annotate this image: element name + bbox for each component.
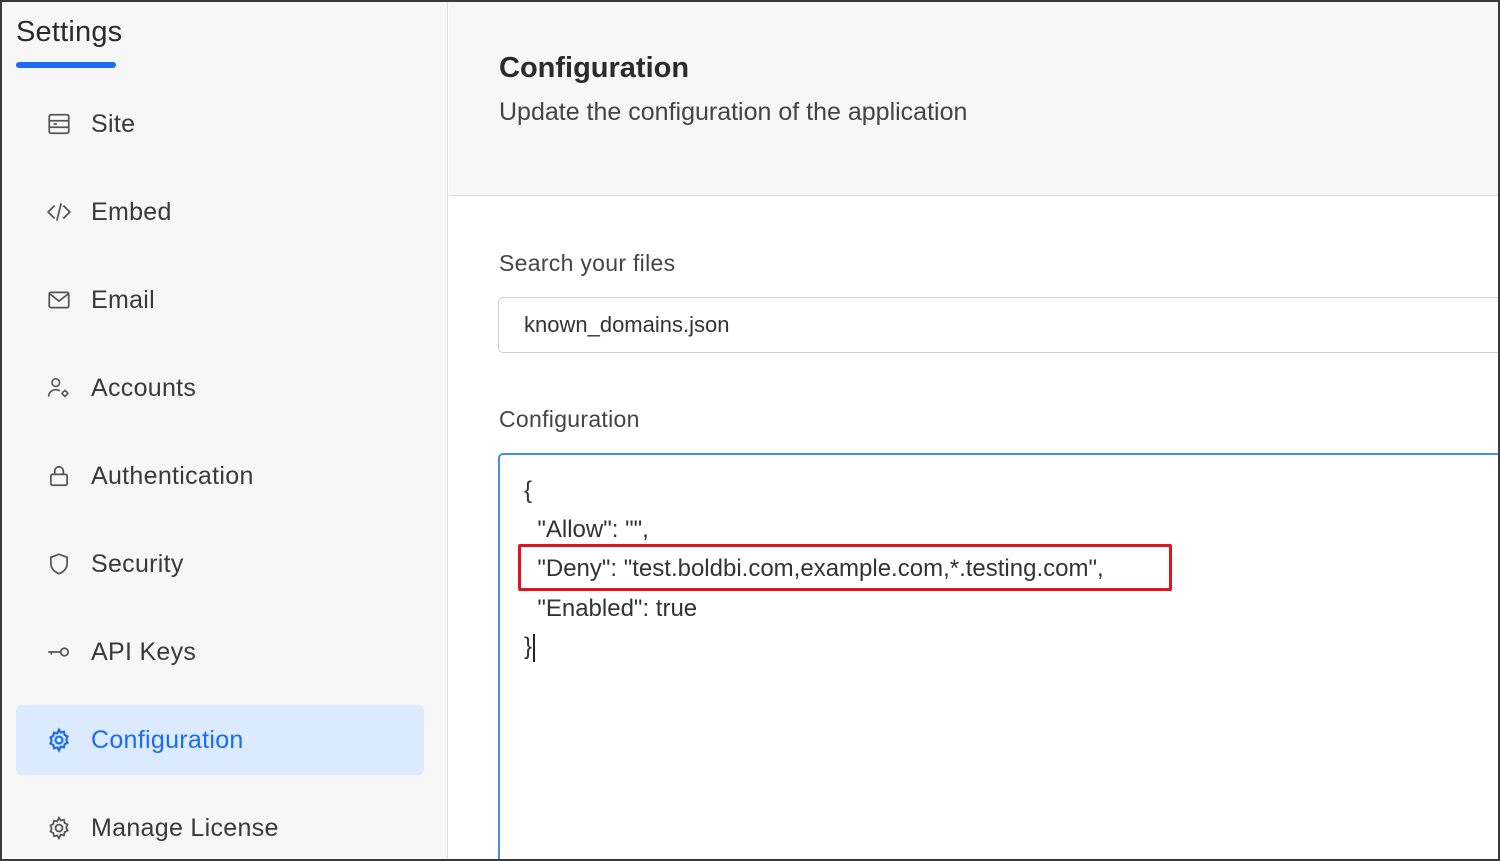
shield-icon xyxy=(44,549,74,579)
close-brace-text: } xyxy=(524,633,533,660)
configuration-label: Configuration xyxy=(499,406,640,432)
page-subtitle: Update the configuration of the applicat… xyxy=(499,98,968,126)
mail-icon xyxy=(44,285,74,315)
sidebar-item-label: API Keys xyxy=(91,637,197,666)
text-cursor xyxy=(533,633,536,662)
code-line-deny: "Deny": "test.boldbi.com,example.com,*.t… xyxy=(524,555,1104,582)
page-header: Configuration Update the configuration o… xyxy=(449,2,1498,196)
code-line-close-brace: } xyxy=(524,633,536,662)
sidebar-item-site[interactable]: Site xyxy=(16,89,424,159)
gear-icon xyxy=(44,725,74,755)
sidebar-title: Settings xyxy=(16,16,123,48)
app-window: Settings Site Embed Email Accounts Authe… xyxy=(0,0,1500,861)
sidebar-item-manage-license[interactable]: Manage License xyxy=(16,793,424,859)
sidebar-item-accounts[interactable]: Accounts xyxy=(16,353,424,423)
sidebar-item-security[interactable]: Security xyxy=(16,529,424,599)
search-files-label: Search your files xyxy=(499,250,676,276)
sidebar-item-label: Configuration xyxy=(91,725,244,754)
sidebar-item-authentication[interactable]: Authentication xyxy=(16,441,424,511)
page-title: Configuration xyxy=(499,52,690,84)
code-line-open-brace: { xyxy=(524,477,533,504)
sidebar-item-label: Email xyxy=(91,285,156,314)
code-line-enabled: "Enabled": true xyxy=(524,595,698,622)
code-icon xyxy=(44,197,74,227)
settings-sidebar: Settings Site Embed Email Accounts Authe… xyxy=(2,2,448,859)
search-files-input[interactable] xyxy=(498,297,1498,353)
lock-icon xyxy=(44,461,74,491)
accounts-icon xyxy=(44,373,74,403)
sidebar-item-label: Accounts xyxy=(91,373,197,402)
license-gear-icon xyxy=(44,813,74,843)
code-line-allow: "Allow": "", xyxy=(524,516,649,543)
sidebar-item-label: Embed xyxy=(91,197,172,226)
sidebar-item-api-keys[interactable]: API Keys xyxy=(16,617,424,687)
configuration-editor[interactable]: { "Allow": "", "Deny": "test.boldbi.com,… xyxy=(498,453,1498,859)
sidebar-item-label: Manage License xyxy=(91,813,279,842)
sidebar-item-embed[interactable]: Embed xyxy=(16,177,424,247)
sidebar-item-email[interactable]: Email xyxy=(16,265,424,335)
sidebar-item-label: Security xyxy=(91,549,184,578)
key-icon xyxy=(44,637,74,667)
sidebar-title-underline xyxy=(16,62,116,68)
sidebar-item-label: Site xyxy=(91,109,136,138)
sidebar-item-label: Authentication xyxy=(91,461,254,490)
site-icon xyxy=(44,109,74,139)
sidebar-item-configuration[interactable]: Configuration xyxy=(16,705,424,775)
